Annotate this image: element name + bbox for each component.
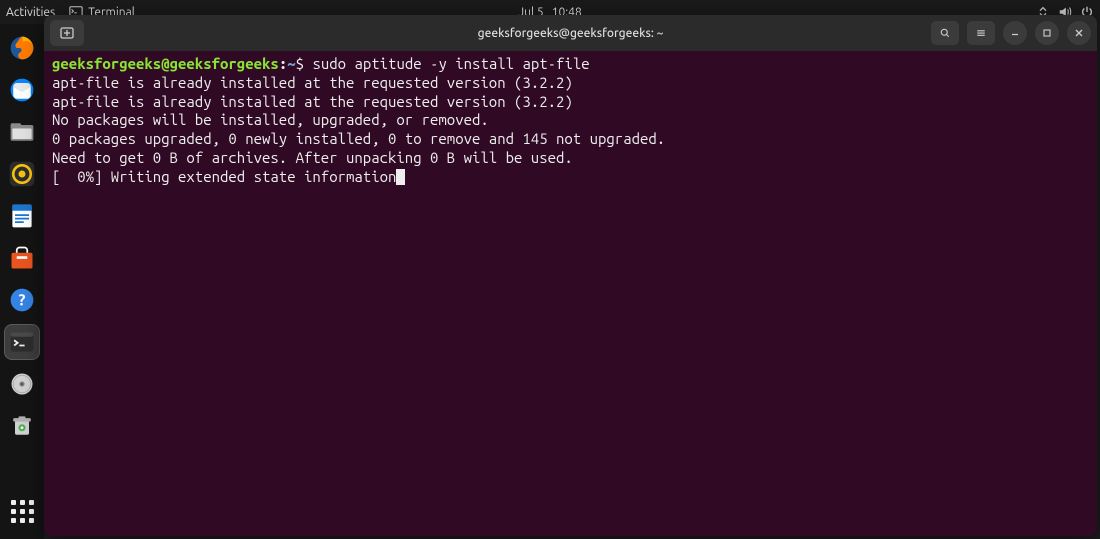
menu-button[interactable] [967, 21, 995, 45]
dock-disc[interactable] [4, 366, 40, 402]
dock-rhythmbox[interactable] [4, 156, 40, 192]
dock-software[interactable] [4, 240, 40, 276]
terminal-output-line: No packages will be installed, upgraded,… [52, 111, 489, 128]
terminal-output-line: 0 packages upgraded, 0 newly installed, … [52, 130, 665, 147]
prompt-colon: : [279, 55, 287, 72]
terminal-cursor [396, 169, 405, 185]
prompt-symbol: $ [296, 55, 304, 72]
window-title: geeksforgeeks@geeksforgeeks: ~ [478, 27, 664, 40]
dock: ? [0, 24, 44, 539]
titlebar: geeksforgeeks@geeksforgeeks: ~ [44, 15, 1097, 51]
dock-help[interactable]: ? [4, 282, 40, 318]
dock-firefox[interactable] [4, 30, 40, 66]
dock-writer[interactable] [4, 198, 40, 234]
svg-text:?: ? [19, 290, 26, 308]
terminal-window: geeksforgeeks@geeksforgeeks: ~ geeksforg… [44, 15, 1097, 536]
terminal-output-line: apt-file is already installed at the req… [52, 93, 573, 110]
prompt-path: ~ [287, 55, 295, 72]
new-tab-button[interactable] [50, 20, 84, 46]
prompt-user-host: geeksforgeeks@geeksforgeeks [52, 55, 279, 72]
terminal-output-line: apt-file is already installed at the req… [52, 74, 573, 91]
dock-trash[interactable] [4, 408, 40, 444]
show-applications-button[interactable] [4, 493, 40, 529]
search-button[interactable] [931, 21, 959, 45]
maximize-button[interactable] [1035, 21, 1059, 45]
dock-thunderbird[interactable] [4, 72, 40, 108]
dock-terminal[interactable] [4, 324, 40, 360]
terminal-output-line: Need to get 0 B of archives. After unpac… [52, 149, 573, 166]
terminal-command: sudo aptitude -y install apt-file [312, 55, 589, 72]
close-button[interactable] [1067, 21, 1091, 45]
minimize-button[interactable] [1003, 21, 1027, 45]
terminal-body[interactable]: geeksforgeeks@geeksforgeeks:~$ sudo apti… [44, 51, 1097, 536]
dock-files[interactable] [4, 114, 40, 150]
terminal-output-line: [ 0%] Writing extended state information [52, 168, 396, 185]
